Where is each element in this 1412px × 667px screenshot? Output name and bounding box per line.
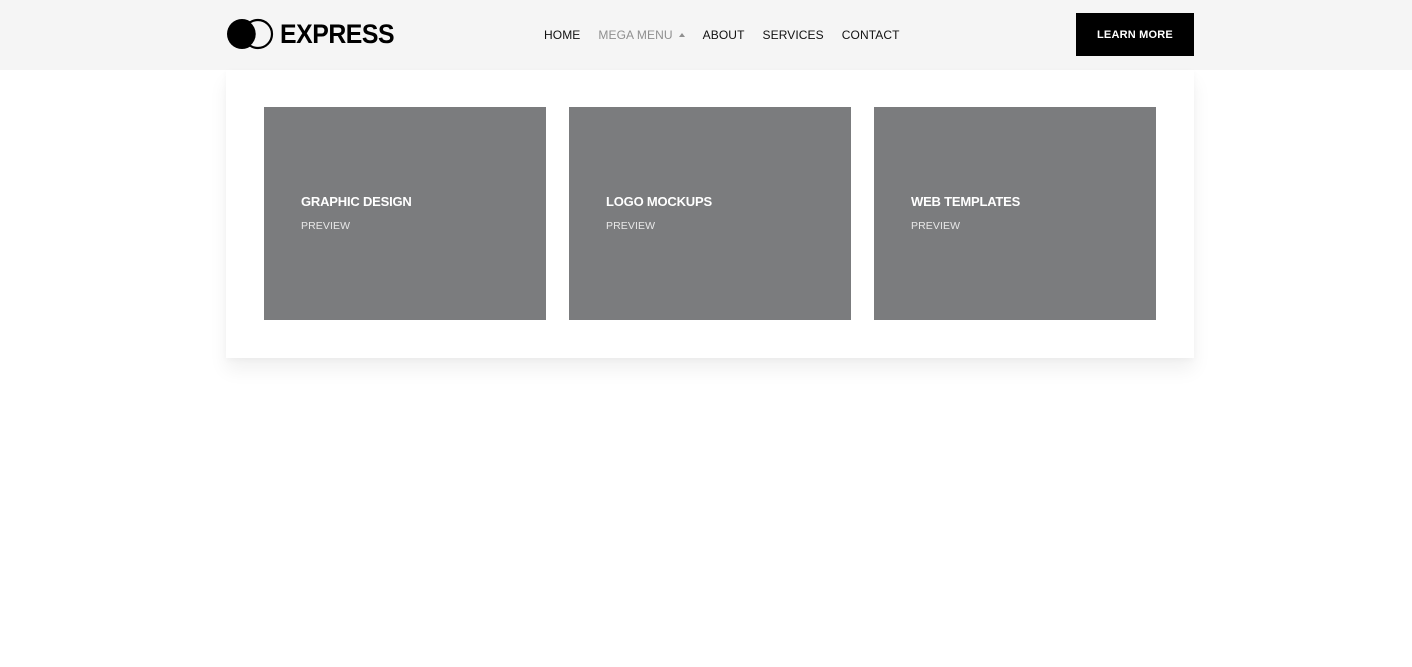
mega-menu-card-graphic-design[interactable]: GRAPHIC DESIGN PREVIEW: [264, 107, 546, 320]
nav-item-label: MEGA MENU: [598, 28, 673, 42]
nav-item-about[interactable]: ABOUT: [703, 26, 745, 44]
card-title: GRAPHIC DESIGN: [301, 194, 412, 209]
nav-item-label: CONTACT: [841, 28, 900, 42]
nav-item-home[interactable]: HOME: [544, 26, 580, 44]
card-subtitle: PREVIEW: [301, 220, 351, 232]
mega-menu-card-web-templates[interactable]: WEB TEMPLATES PREVIEW: [874, 107, 1156, 320]
card-title: WEB TEMPLATES: [911, 194, 1021, 209]
card-subtitle: PREVIEW: [911, 220, 961, 232]
brand-name: EXPRESS: [280, 19, 395, 49]
nav-item-label: HOME: [544, 28, 581, 42]
learn-more-button[interactable]: LEARN MORE: [1076, 13, 1194, 56]
caret-up-icon: [678, 33, 685, 37]
site-header: EXPRESS HOME MEGA MENU ABOUT SERVICES CO…: [0, 0, 1412, 70]
nav-item-label: SERVICES: [762, 28, 824, 42]
brand-logo[interactable]: EXPRESS: [226, 18, 404, 50]
card-title: LOGO MOCKUPS: [606, 194, 712, 209]
mega-menu-card-logo-mockups[interactable]: LOGO MOCKUPS PREVIEW: [569, 107, 851, 320]
main-nav: HOME MEGA MENU ABOUT SERVICES CONTACT: [544, 26, 918, 44]
nav-item-contact[interactable]: CONTACT: [842, 26, 900, 44]
nav-item-label: ABOUT: [702, 28, 745, 42]
overlapping-circles-icon: [227, 18, 274, 50]
nav-item-services[interactable]: SERVICES: [763, 26, 824, 44]
card-subtitle: PREVIEW: [606, 220, 656, 232]
nav-item-mega-menu[interactable]: MEGA MENU: [598, 26, 685, 44]
mega-menu-panel: GRAPHIC DESIGN PREVIEW LOGO MOCKUPS PREV…: [226, 70, 1194, 358]
